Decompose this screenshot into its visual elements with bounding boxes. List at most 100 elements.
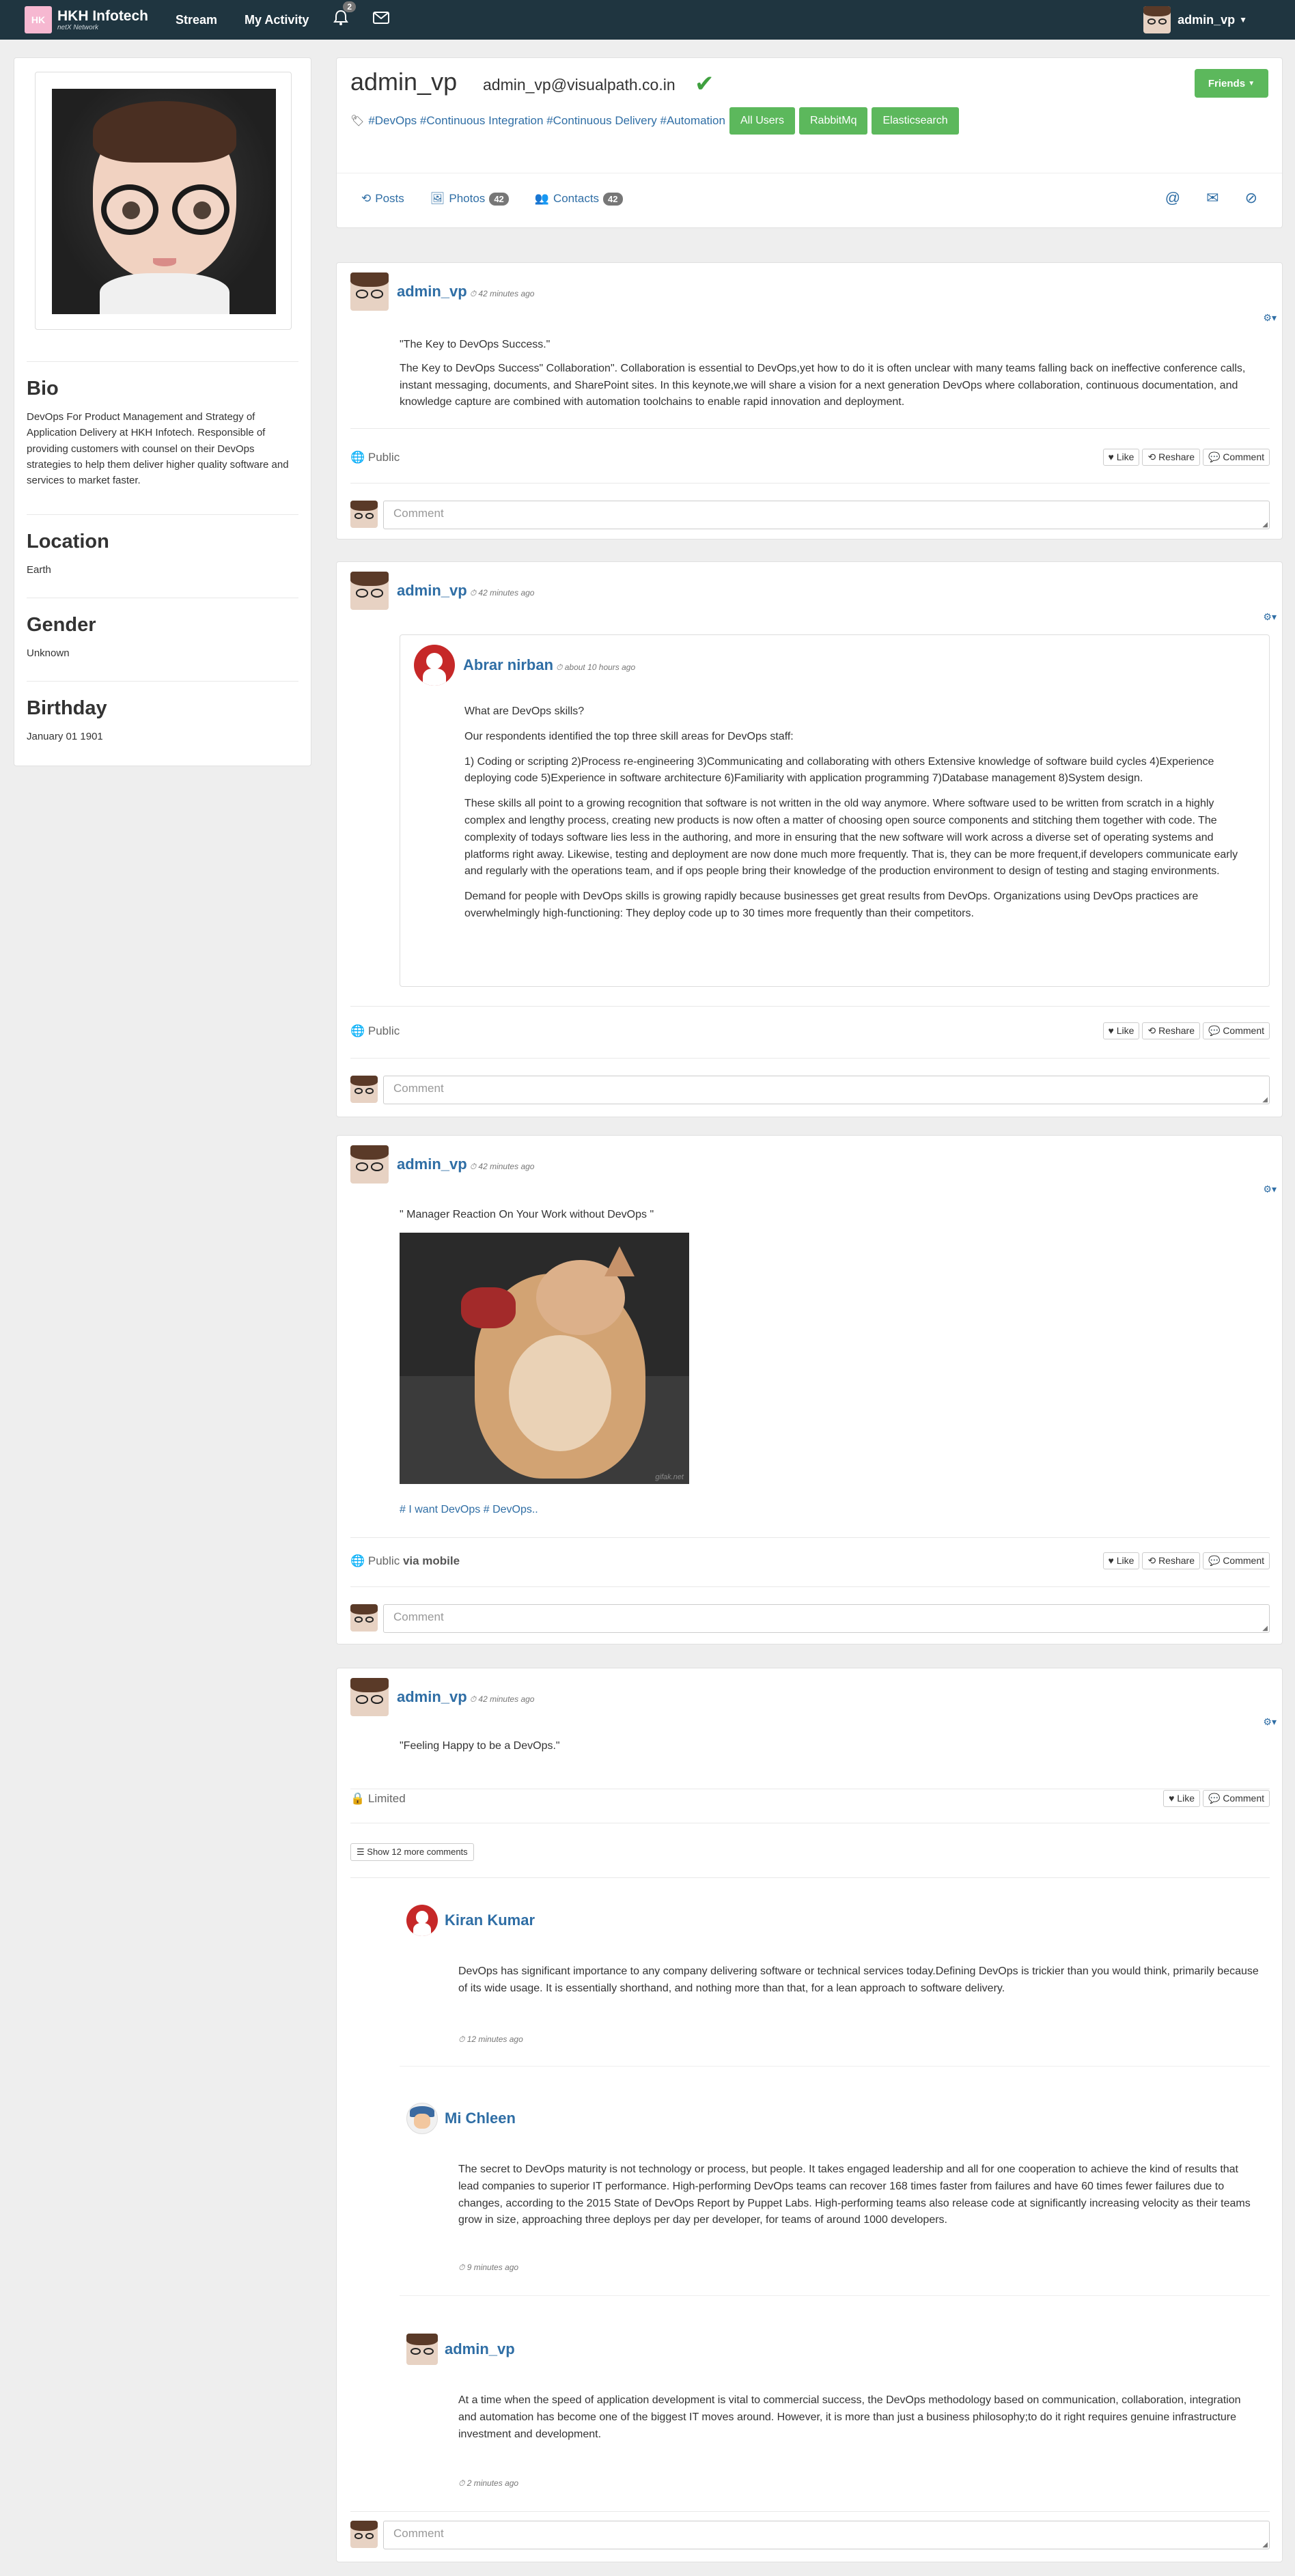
comment-button[interactable]: 💬 Comment	[1202, 1790, 1270, 1807]
tab-contacts[interactable]: 👥 Contacts 42	[535, 192, 623, 206]
reshare-author[interactable]: Abrar nirban	[463, 656, 553, 674]
comment-button[interactable]: 💬 Comment	[1202, 1552, 1270, 1569]
like-label: Like	[1116, 1555, 1134, 1566]
comment-time[interactable]: ⏱ 9 minutes ago	[458, 2263, 518, 2273]
reshare-author-avatar[interactable]	[414, 645, 455, 686]
aspect-rabbitmq[interactable]: RabbitMq	[798, 107, 868, 135]
gear-icon[interactable]: ⚙▾	[1263, 1184, 1277, 1195]
post-author[interactable]: admin_vp	[397, 1156, 467, 1173]
post-author[interactable]: admin_vp	[397, 1688, 467, 1706]
comment-time-text: 2 minutes ago	[467, 2478, 519, 2488]
friends-button[interactable]: Friends ▼	[1195, 69, 1268, 98]
comment-input[interactable]: Comment ◢	[383, 2521, 1270, 2549]
photos-count-badge: 42	[489, 192, 509, 206]
notifications-bell-icon[interactable]: 2	[333, 1, 357, 31]
caret-down-icon: ▼	[1239, 15, 1247, 25]
author-avatar[interactable]	[350, 1145, 389, 1184]
comment-author-avatar[interactable]	[406, 2103, 438, 2134]
show-more-comments-button[interactable]: ☰ Show 12 more comments	[350, 1843, 474, 1861]
divider	[350, 1058, 1270, 1059]
comment-author-avatar[interactable]	[406, 2334, 438, 2365]
post-time[interactable]: ⏱ 42 minutes ago	[470, 1694, 535, 1705]
resize-grip-icon[interactable]: ◢	[1262, 2541, 1268, 2549]
envelope-icon[interactable]	[373, 10, 390, 29]
comment-author-avatar[interactable]	[406, 1905, 438, 1936]
gear-icon[interactable]: ⚙▾	[1263, 611, 1277, 623]
aspect-elasticsearch[interactable]: Elasticsearch	[872, 107, 959, 135]
post-time[interactable]: ⏱ 42 minutes ago	[470, 1162, 535, 1172]
user-menu[interactable]: admin_vp ▼	[1143, 6, 1247, 33]
comment-item: Mi Chleen The secret to DevOps maturity …	[400, 2103, 1270, 2301]
divider	[400, 2066, 1270, 2067]
author-avatar[interactable]	[350, 272, 389, 311]
author-avatar[interactable]	[350, 1678, 389, 1716]
profile-photo[interactable]	[52, 89, 276, 314]
comment-input[interactable]: Comment ◢	[383, 1604, 1270, 1633]
privacy-text: Public	[367, 1554, 400, 1567]
reshare-button[interactable]: ⟲ Reshare	[1142, 1552, 1200, 1569]
like-button[interactable]: ♥ Like	[1102, 1552, 1140, 1569]
tag-continuous-delivery[interactable]: #Continuous Delivery	[546, 114, 657, 128]
reshare-paragraph: These skills all point to a growing reco…	[464, 798, 1238, 878]
like-button[interactable]: ♥ Like	[1102, 449, 1140, 466]
tab-photos-label: Photos	[449, 192, 486, 205]
comment-button[interactable]: 💬 Comment	[1202, 1022, 1270, 1039]
comment-author[interactable]: admin_vp	[445, 2340, 515, 2358]
author-avatar[interactable]	[350, 572, 389, 610]
resize-grip-icon[interactable]: ◢	[1262, 521, 1268, 529]
post-author[interactable]: admin_vp	[397, 582, 467, 600]
block-icon[interactable]: ⊘	[1245, 189, 1257, 207]
contacts-count-badge: 42	[603, 192, 623, 206]
envelope-icon[interactable]: ✉	[1206, 189, 1219, 207]
comment-item: Kiran Kumar DevOps has significant impor…	[400, 1905, 1270, 2096]
post-card: admin_vp ⏱ 42 minutes ago ⚙▾ "The Key to…	[336, 262, 1283, 540]
nav-my-activity[interactable]: My Activity	[245, 13, 309, 27]
reshare-paragraph: What are DevOps skills?	[464, 705, 585, 717]
tab-photos[interactable]: 🖼 Photos 42	[430, 192, 509, 206]
reshare-time[interactable]: ⏱ about 10 hours ago	[556, 662, 635, 673]
post-text: "Feeling Happy to be a DevOps."	[400, 1740, 560, 1752]
top-navbar: HK HKH Infotech netX Network Stream My A…	[0, 0, 1295, 40]
post-card: admin_vp ⏱ 42 minutes ago ⚙▾ Abrar nirba…	[336, 561, 1283, 1117]
reshare-label: Reshare	[1158, 451, 1195, 462]
gear-icon[interactable]: ⚙▾	[1263, 312, 1277, 324]
reshare-time-text: about 10 hours ago	[564, 662, 636, 672]
verified-check-icon: ✔	[695, 71, 714, 97]
comment-input[interactable]: Comment ◢	[383, 501, 1270, 529]
mention-icon[interactable]: @	[1165, 189, 1180, 207]
post-author[interactable]: admin_vp	[397, 283, 467, 300]
divider	[350, 1877, 1270, 1878]
comment-author[interactable]: Kiran Kumar	[445, 1912, 535, 1929]
post-time[interactable]: ⏱ 42 minutes ago	[470, 588, 535, 598]
like-button[interactable]: ♥ Like	[1102, 1022, 1140, 1039]
divider	[350, 1006, 1270, 1007]
tab-posts[interactable]: ⟲ Posts	[361, 192, 404, 206]
comment-text: At a time when the speed of application …	[458, 2394, 1241, 2440]
tag-automation[interactable]: #Automation	[660, 114, 725, 128]
aspect-all-users[interactable]: All Users	[729, 107, 795, 135]
comment-button[interactable]: 💬 Comment	[1202, 449, 1270, 466]
resize-grip-icon[interactable]: ◢	[1262, 1096, 1268, 1104]
resize-grip-icon[interactable]: ◢	[1262, 1625, 1268, 1632]
reshare-button[interactable]: ⟲ Reshare	[1142, 1022, 1200, 1039]
post-image[interactable]: gifak.net	[400, 1233, 689, 1484]
comment-author[interactable]: Mi Chleen	[445, 2110, 516, 2127]
tag-list: 🏷 #DevOps #Continuous Integration #Conti…	[350, 107, 959, 135]
gear-icon[interactable]: ⚙▾	[1263, 1716, 1277, 1728]
comment-text: The secret to DevOps maturity is not tec…	[458, 2164, 1251, 2226]
nav-stream[interactable]: Stream	[176, 13, 217, 27]
comment-time[interactable]: ⏱ 12 minutes ago	[458, 2034, 523, 2045]
comment-placeholder: Comment	[393, 507, 444, 520]
tag-continuous-integration[interactable]: #Continuous Integration	[420, 114, 544, 128]
tag-devops[interactable]: #DevOps	[368, 114, 417, 128]
post-hashtag-links[interactable]: # I want DevOps # DevOps..	[400, 1504, 538, 1515]
reshare-button[interactable]: ⟲ Reshare	[1142, 449, 1200, 466]
posts-icon: ⟲	[361, 192, 372, 205]
comment-time[interactable]: ⏱ 2 minutes ago	[458, 2478, 518, 2489]
post-time[interactable]: ⏱ 42 minutes ago	[470, 289, 535, 299]
brand[interactable]: HK HKH Infotech netX Network	[25, 6, 148, 33]
post-card: admin_vp ⏱ 42 minutes ago ⚙▾ "Feeling Ha…	[336, 1668, 1283, 2562]
comment-input[interactable]: Comment ◢	[383, 1076, 1270, 1104]
birthday-heading: Birthday	[27, 697, 107, 719]
like-button[interactable]: ♥ Like	[1163, 1790, 1200, 1807]
